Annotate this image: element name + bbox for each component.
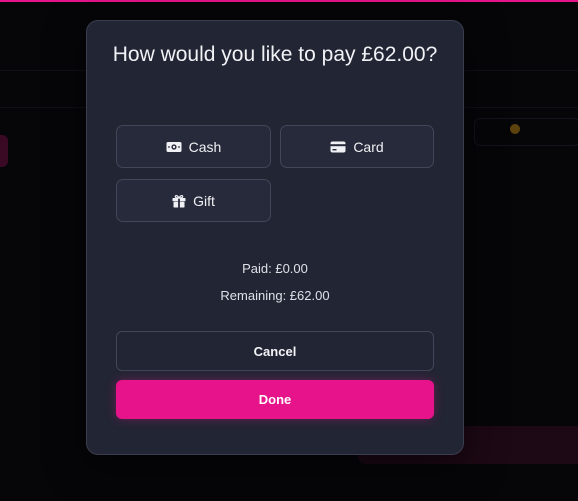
modal-title: How would you like to pay £62.00? [112, 43, 438, 66]
done-button[interactable]: Done [116, 380, 434, 419]
card-button[interactable]: Card [280, 125, 434, 168]
gift-icon [172, 194, 186, 208]
cash-button[interactable]: Cash [116, 125, 271, 168]
cancel-button[interactable]: Cancel [116, 331, 434, 371]
remaining-amount: Remaining: £62.00 [220, 288, 330, 303]
credit-card-icon [330, 141, 346, 153]
background-status-dot [510, 124, 520, 134]
cash-label: Cash [188, 138, 222, 155]
gift-button[interactable]: Gift [116, 179, 271, 222]
cash-icon [166, 141, 182, 153]
payment-modal: How would you like to pay £62.00? Cash C… [86, 20, 464, 455]
background-selected-indicator [0, 135, 8, 167]
paid-amount: Paid: £0.00 [242, 261, 308, 276]
gift-label: Gift [193, 192, 215, 209]
card-label: Card [353, 138, 384, 155]
background-tab [474, 118, 578, 146]
